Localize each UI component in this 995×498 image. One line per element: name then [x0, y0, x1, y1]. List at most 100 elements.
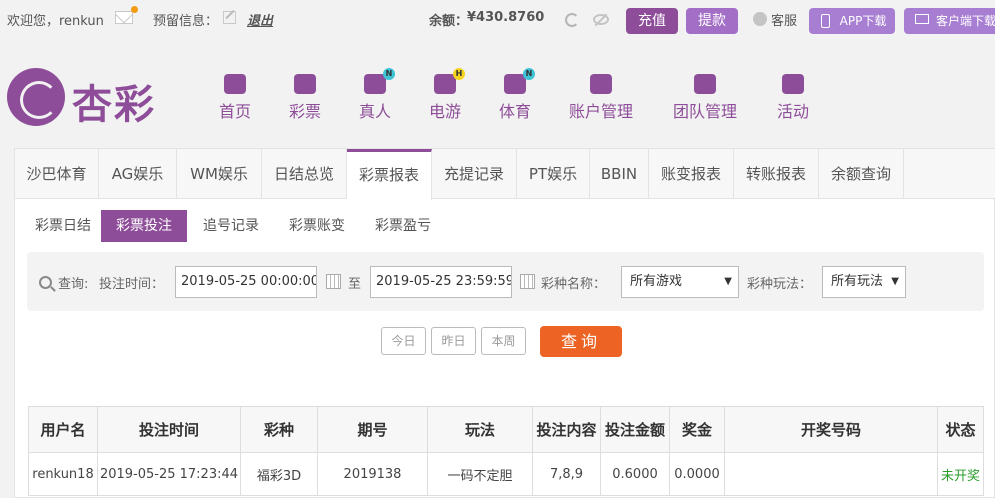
nav-team[interactable]: 团队管理 [671, 74, 739, 122]
search-button[interactable]: 查询 [540, 326, 622, 357]
col-bet-time: 投注时间 [97, 406, 241, 453]
nav-lottery-label: 彩票 [288, 102, 321, 121]
customer-service-icon[interactable] [753, 12, 767, 26]
col-issue: 期号 [317, 406, 428, 453]
col-draw-number: 开奖号码 [724, 406, 938, 453]
client-download-label: 客户端下载 [936, 14, 995, 28]
start-time-input[interactable]: 2019-05-25 00:00:00 [175, 266, 317, 298]
tab-bbin[interactable]: BBIN [590, 149, 649, 199]
to-label: 至 [348, 277, 362, 292]
recharge-button[interactable]: 充值 [626, 8, 678, 34]
welcome-text: 欢迎您，renkun [7, 14, 104, 29]
nav-sports-label: 体育 [498, 102, 531, 121]
play-type-select[interactable]: 所有玩法 ▼ [822, 266, 906, 298]
cell-username: renkun18 [28, 452, 98, 496]
new-badge: N [523, 68, 535, 80]
refresh-icon[interactable] [565, 13, 579, 27]
tab-daily-overview[interactable]: 日结总览 [262, 149, 347, 199]
tab-ag[interactable]: AG娱乐 [99, 149, 177, 199]
play-type-select-value: 所有玩法 [831, 274, 884, 289]
gift-icon [782, 74, 804, 94]
report-tabs: 沙巴体育 AG娱乐 WM娱乐 日结总览 彩票报表 充提记录 PT娱乐 BBIN … [15, 149, 995, 200]
trophy-icon: N [504, 68, 535, 94]
subtab-lottery-profit-loss[interactable]: 彩票盈亏 [365, 210, 441, 242]
tab-account-change[interactable]: 账变报表 [649, 149, 734, 199]
withdraw-button[interactable]: 提款 [686, 8, 738, 34]
balance-label: 余额： [429, 14, 469, 29]
col-bet-amount: 投注金额 [600, 406, 670, 453]
phone-icon [821, 14, 830, 28]
nav-account[interactable]: 账户管理 [567, 74, 635, 122]
filter-bar: 查询: 投注时间： 2019-05-25 00:00:00 至 2019-05-… [27, 252, 984, 311]
yesterday-button[interactable]: 昨日 [431, 327, 476, 355]
calendar-icon[interactable] [326, 274, 341, 289]
hide-balance-icon[interactable] [593, 14, 609, 25]
nav-live[interactable]: N 真人 [357, 68, 395, 122]
top-bar: 欢迎您，renkun 预留信息： 退出 余额： ¥430.8760 充值 提款 … [0, 0, 995, 40]
nav-promotions[interactable]: 活动 [775, 74, 811, 122]
bet-records-table: 用户名 投注时间 彩种 期号 玩法 投注内容 投注金额 奖金 开奖号码 状态 r… [28, 406, 984, 496]
nav-live-label: 真人 [358, 102, 391, 121]
tab-saba-sports[interactable]: 沙巴体育 [15, 149, 99, 199]
cell-bet-content: 7,8,9 [532, 452, 601, 496]
tab-deposit-withdraw[interactable]: 充提记录 [432, 149, 517, 199]
client-download-button[interactable]: 客户端下载 [904, 8, 995, 34]
monitor-icon [915, 14, 929, 24]
cell-bet-time: 2019-05-25 17:23:44 [97, 452, 241, 496]
calendar-icon[interactable] [520, 274, 535, 289]
nav-home[interactable]: 首页 [217, 74, 253, 122]
game-select[interactable]: 所有游戏 ▼ [621, 266, 739, 298]
col-prize: 奖金 [669, 406, 725, 453]
col-bet-content: 投注内容 [532, 406, 601, 453]
logo-icon[interactable] [7, 68, 65, 126]
mail-icon[interactable] [115, 6, 138, 24]
nav-team-label: 团队管理 [672, 102, 737, 121]
nav-egames-label: 电游 [428, 102, 461, 121]
table-header-row: 用户名 投注时间 彩种 期号 玩法 投注内容 投注金额 奖金 开奖号码 状态 [28, 406, 984, 453]
bet-time-label: 投注时间： [99, 277, 165, 292]
new-badge: N [383, 68, 395, 80]
col-username: 用户名 [28, 406, 98, 453]
nav-lottery[interactable]: 彩票 [287, 74, 323, 122]
col-status: 状态 [937, 406, 984, 453]
play-type-label: 彩种玩法： [747, 277, 813, 292]
main-header: 杏彩 首页 彩票 N 真人 H 电游 N 体育 账户管理 团队管理 活动 [0, 40, 995, 148]
today-button[interactable]: 今日 [381, 327, 426, 355]
tab-pt[interactable]: PT娱乐 [517, 149, 590, 199]
tab-balance-query[interactable]: 余额查询 [819, 149, 904, 199]
tab-wm[interactable]: WM娱乐 [177, 149, 262, 199]
gamepad-icon: H [434, 68, 465, 94]
hot-badge: H [453, 68, 465, 80]
logout-link[interactable]: 退出 [247, 10, 273, 29]
subtab-lottery-daily[interactable]: 彩票日结 [25, 210, 101, 242]
nav-egames[interactable]: H 电游 [427, 68, 465, 122]
cell-draw-number [724, 452, 938, 496]
home-icon [224, 74, 246, 94]
nav-home-label: 首页 [218, 102, 251, 121]
cell-lottery: 福彩3D [240, 452, 318, 496]
team-icon [694, 74, 716, 94]
game-name-label: 彩种名称： [541, 277, 607, 292]
logo-text[interactable]: 杏彩 [72, 72, 156, 130]
cell-bet-amount: 0.6000 [600, 452, 670, 496]
query-label: 查询: [58, 277, 89, 292]
subtab-lottery-bets[interactable]: 彩票投注 [101, 210, 187, 242]
end-time-input[interactable]: 2019-05-25 23:59:59 [370, 266, 512, 298]
notification-dot [131, 6, 138, 13]
report-panel: 沙巴体育 AG娱乐 WM娱乐 日结总览 彩票报表 充提记录 PT娱乐 BBIN … [14, 148, 995, 498]
table-row[interactable]: renkun18 2019-05-25 17:23:44 福彩3D 201913… [28, 452, 984, 496]
tab-transfer-report[interactable]: 转账报表 [734, 149, 819, 199]
nav-sports[interactable]: N 体育 [497, 68, 535, 122]
this-week-button[interactable]: 本周 [481, 327, 526, 355]
subtab-chase-records[interactable]: 追号记录 [193, 210, 269, 242]
app-download-button[interactable]: APP下载 [809, 8, 895, 34]
reserved-info-label: 预留信息： [153, 14, 219, 29]
tab-lottery-report[interactable]: 彩票报表 [347, 149, 432, 200]
customer-service-link[interactable]: 客服 [771, 10, 797, 29]
nav-promotions-label: 活动 [776, 102, 809, 121]
game-select-value: 所有游戏 [630, 274, 683, 289]
edit-icon[interactable] [223, 11, 236, 24]
col-lottery: 彩种 [240, 406, 318, 453]
subtab-lottery-account-change[interactable]: 彩票账变 [279, 210, 355, 242]
status-badge: 未开奖 [937, 452, 984, 496]
